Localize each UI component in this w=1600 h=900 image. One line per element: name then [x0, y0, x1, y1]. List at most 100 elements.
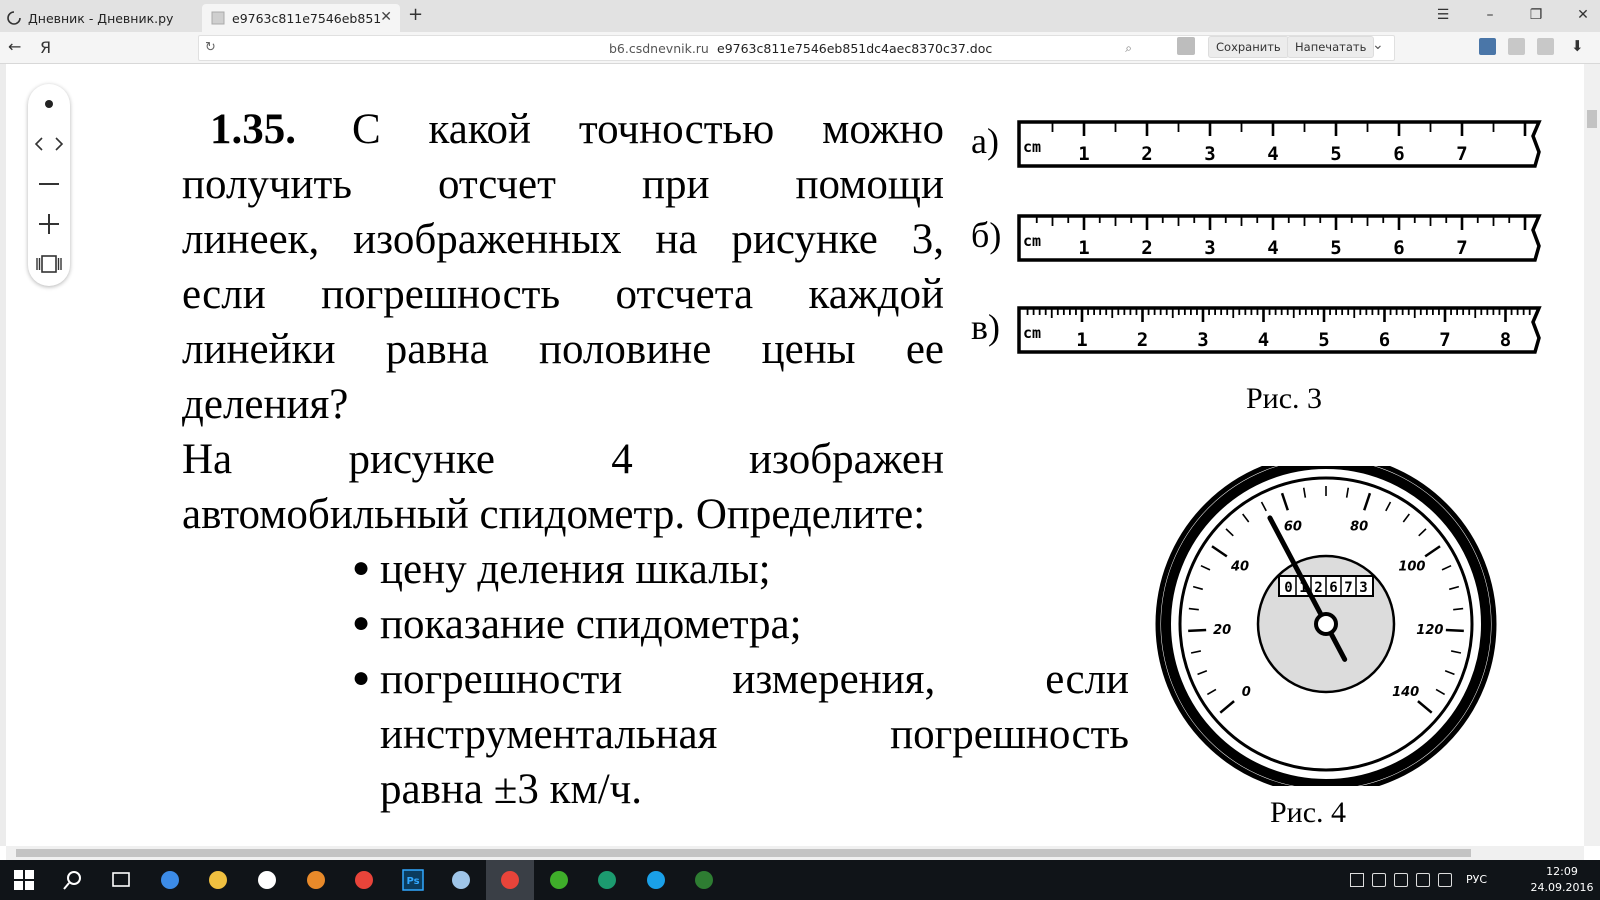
word: отсчет [437, 161, 556, 208]
cash-taskbar-button[interactable] [583, 860, 631, 900]
extension-icon[interactable] [1508, 38, 1525, 55]
ruler-unit: cm [1023, 232, 1041, 250]
save-button[interactable]: Сохранить [1208, 36, 1289, 58]
photoshop-taskbar-button[interactable]: Ps [389, 860, 437, 900]
task-view-taskbar-button[interactable] [97, 860, 145, 900]
mail-extension-icon[interactable] [1537, 38, 1554, 55]
zoom-out-icon[interactable] [28, 164, 70, 204]
word: каждой [808, 271, 944, 318]
dial-major-tick [1188, 628, 1207, 633]
word: автомобильный спидометр. Определите: [182, 491, 926, 538]
language-indicator[interactable]: РУС [1466, 873, 1487, 886]
folder-taskbar-button[interactable] [194, 860, 242, 900]
word: изображен [749, 436, 944, 483]
ruler-unit: cm [1023, 324, 1041, 342]
minimize-icon[interactable]: – [1480, 7, 1500, 23]
edge-icon [160, 871, 179, 889]
network-icon[interactable] [1394, 873, 1408, 887]
word: можно [822, 106, 944, 153]
ruler-number: 5 [1330, 237, 1341, 259]
clock-date: 24.09.2016 [1530, 881, 1594, 894]
url-path: e9763c811e7546eb851dc4aec8370c37.doc [717, 41, 993, 56]
zoom-in-icon[interactable] [28, 204, 70, 244]
ruler-number: 4 [1267, 237, 1278, 259]
paint-taskbar-button[interactable] [437, 860, 485, 900]
photoshop-icon: Ps [402, 869, 424, 891]
dial-label: 60 [1284, 519, 1302, 534]
video-taskbar-button[interactable] [292, 860, 340, 900]
store-taskbar-button[interactable] [243, 860, 291, 900]
ruler-number: 5 [1318, 329, 1329, 351]
fit-page-icon[interactable] [28, 244, 70, 284]
zoom-icon[interactable]: ⌕ [1125, 41, 1132, 56]
skype-icon [646, 871, 665, 889]
figure-3-caption: Рис. 3 [1246, 382, 1322, 416]
bullet-line: цену деления шкалы; [380, 542, 771, 597]
restore-icon[interactable]: ❐ [1526, 7, 1546, 23]
reload-icon[interactable]: ↻ [205, 40, 216, 55]
document-viewport[interactable]: Скакой точностью можно 1.35. получить отсчет п… [0, 64, 1600, 846]
edge-taskbar-button[interactable] [146, 860, 194, 900]
notification-icon[interactable] [1438, 873, 1452, 887]
search-taskbar-button[interactable] [49, 860, 97, 900]
new-tab-icon[interactable]: + [408, 4, 423, 25]
ruler-number: 3 [1197, 329, 1208, 351]
ruler-1: cm 1 2 3 4 5 6 7 [1017, 120, 1542, 168]
chevron-down-icon[interactable]: ⌄ [1372, 37, 1384, 53]
ruler-number: 1 [1076, 329, 1087, 351]
odometer-digit: 7 [1344, 580, 1352, 596]
ruler-label: а) [971, 120, 999, 162]
ruler-number: 6 [1393, 143, 1404, 165]
chevron-up-icon[interactable] [1350, 873, 1364, 887]
taskbar: Ps РУС 12:09 24.09.2016 [0, 860, 1600, 900]
task-view-icon [112, 872, 130, 887]
close-tab-icon[interactable]: ✕ [380, 9, 392, 25]
protect-icon[interactable] [1177, 37, 1195, 55]
vertical-scrollbar[interactable] [1584, 64, 1600, 846]
ruler-number: 4 [1267, 143, 1278, 165]
clock[interactable]: 12:09 24.09.2016 [1530, 864, 1594, 896]
download-icon[interactable]: ⬇ [1571, 37, 1584, 55]
ruler-number: 7 [1456, 143, 1467, 165]
dot-icon[interactable] [28, 84, 70, 124]
speedometer: 0204060 801001201400 1 2 6 7 3 [1155, 466, 1497, 786]
back-arrow-icon[interactable]: ← [8, 37, 21, 56]
system-tray: РУС 12:09 24.09.2016 [1340, 860, 1600, 900]
word: погрешности [380, 656, 623, 703]
bullet-line: погрешности измерения, если [380, 652, 1129, 707]
bullet-line: равна ±3 км/ч. [380, 762, 642, 817]
word: цены [761, 326, 856, 373]
horizontal-scroll-thumb[interactable] [16, 849, 1471, 857]
yandex-browser-taskbar-button[interactable] [486, 860, 534, 900]
word: равна ±3 км/ч. [380, 766, 643, 813]
utorrent-taskbar-button[interactable] [535, 860, 583, 900]
monitor-taskbar-button[interactable] [680, 860, 728, 900]
tab-document[interactable]: e9763c811e7546eb851dc ✕ [202, 4, 400, 32]
tab-dnevnik[interactable]: Дневник - Дневник.ру [6, 4, 196, 32]
word: половине [538, 326, 712, 373]
word: изображенных [353, 216, 622, 263]
battery-icon[interactable] [1372, 873, 1386, 887]
word: если [182, 271, 266, 318]
caption-text: Рис. 4 [1270, 796, 1347, 829]
yandex-taskbar-button[interactable] [340, 860, 388, 900]
ruler-number: 3 [1204, 143, 1215, 165]
photoshop-label: Ps [406, 876, 419, 887]
skype-taskbar-button[interactable] [632, 860, 680, 900]
folder-icon [209, 871, 228, 889]
vertical-scroll-thumb[interactable] [1587, 110, 1597, 128]
volume-icon[interactable] [1416, 873, 1430, 887]
vk-extension-icon[interactable] [1479, 38, 1496, 55]
text-line: На рисунке 4 изображен [182, 432, 944, 487]
word: отсчета [615, 271, 754, 318]
menu-icon[interactable]: ☰ [1433, 7, 1453, 23]
print-button[interactable]: Напечатать [1287, 36, 1375, 58]
figure-4-caption: Рис. 4 [1270, 796, 1346, 830]
yandex-logo[interactable]: Я [40, 38, 51, 57]
odometer-digit: 6 [1329, 580, 1337, 596]
close-window-icon[interactable]: ✕ [1573, 7, 1593, 23]
nav-arrows-icon[interactable] [28, 124, 70, 164]
windows-start-taskbar-button[interactable] [0, 860, 48, 900]
horizontal-scrollbar[interactable] [6, 846, 1584, 860]
ruler-number: 5 [1330, 143, 1341, 165]
